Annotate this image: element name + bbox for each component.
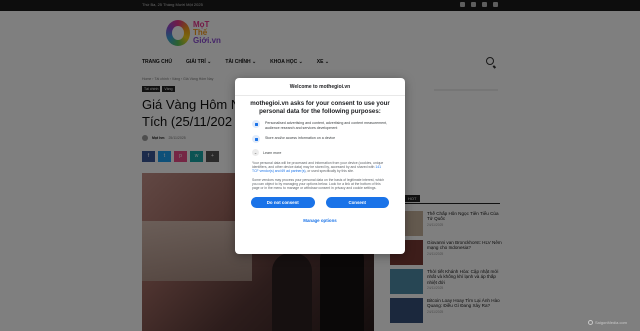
personalisation-icon — [252, 120, 260, 129]
consent-body-1-text: Your personal data will be processed and… — [252, 161, 384, 170]
purpose-text: Personalised advertising and content, ad… — [265, 121, 388, 130]
manage-options-link[interactable]: Manage options — [235, 218, 405, 223]
chevron-down-icon[interactable]: ⌄ — [252, 149, 259, 156]
consent-button[interactable]: Consent — [325, 196, 389, 208]
consent-buttons: Do not consent Consent — [251, 196, 389, 208]
purpose-item: Store and/or access information on a dev… — [252, 135, 388, 143]
do-not-consent-button[interactable]: Do not consent — [251, 196, 315, 208]
watermark-icon — [588, 320, 593, 325]
purpose-item: Personalised advertising and content, ad… — [252, 120, 388, 130]
consent-title: mothegioi.vn asks for your consent to us… — [250, 100, 390, 115]
purpose-text: Store and/or access information on a dev… — [265, 136, 336, 140]
consent-dialog: Welcome to mothegioi.vn mothegioi.vn ask… — [235, 78, 405, 254]
consent-header: Welcome to mothegioi.vn — [235, 78, 405, 96]
watermark-text: SaigonMedia.com — [595, 320, 628, 325]
learn-more-toggle[interactable]: ⌄ Learn more — [252, 149, 388, 156]
consent-body-2: Some vendors may process your personal d… — [252, 178, 385, 191]
device-storage-icon — [252, 135, 260, 143]
consent-body-1-tail: , or used specifically by this site. — [305, 169, 354, 174]
consent-body-1: Your personal data will be processed and… — [252, 161, 388, 173]
learn-more-label[interactable]: Learn more — [263, 151, 281, 155]
watermark: SaigonMedia.com — [588, 320, 627, 325]
